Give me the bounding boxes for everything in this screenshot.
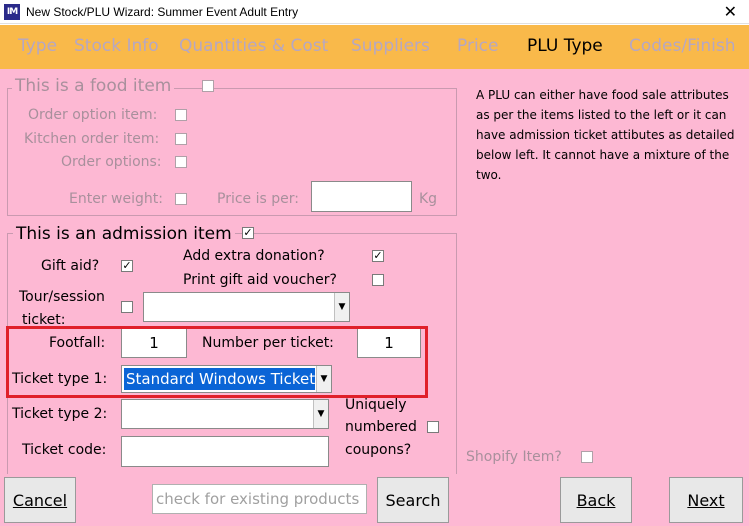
gift-aid-label: Gift aid? <box>41 258 100 274</box>
enter-weight-label: Enter weight: <box>69 191 163 207</box>
back-button[interactable]: Back <box>560 477 632 523</box>
print-gift-aid-voucher-label: Print gift aid voucher? <box>183 272 337 288</box>
print-gift-aid-voucher-checkbox[interactable] <box>372 274 384 286</box>
tab-quantities-cost[interactable]: Quantities & Cost <box>179 36 328 56</box>
ticket-type-2-value <box>124 402 312 424</box>
next-button-label: Next <box>687 490 725 510</box>
chevron-down-icon[interactable]: ▼ <box>313 400 328 428</box>
ticket-type-2-select[interactable]: ▼ <box>121 399 329 429</box>
add-extra-donation-label: Add extra donation? <box>183 248 325 264</box>
price-is-per-label: Price is per: <box>217 191 299 207</box>
search-button-label: Search <box>385 490 441 510</box>
uniquely-numbered-label-line2: numbered <box>345 419 417 435</box>
ticket-code-input[interactable] <box>121 436 329 467</box>
wizard-tab-bar: Type Stock Info Quantities & Cost Suppli… <box>0 25 749 69</box>
highlight-box <box>6 326 428 398</box>
admission-item-title: This is an admission item <box>13 224 235 244</box>
close-icon[interactable]: ✕ <box>724 2 737 21</box>
uniquely-numbered-label-line3: coupons? <box>345 442 412 458</box>
tab-codes-finish[interactable]: Codes/Finish <box>629 36 736 56</box>
food-item-title: This is a food item <box>12 76 175 96</box>
back-button-label: Back <box>576 490 616 510</box>
kitchen-order-item-label: Kitchen order item: <box>24 131 160 147</box>
title-bar: IM New Stock/PLU Wizard: Summer Event Ad… <box>0 0 749 24</box>
price-unit-label: Kg <box>419 191 438 207</box>
app-icon: IM <box>4 3 20 20</box>
cancel-button[interactable]: Cancel <box>4 477 76 523</box>
add-extra-donation-checkbox[interactable]: ✓ <box>372 250 384 262</box>
chevron-down-icon[interactable]: ▼ <box>334 293 349 321</box>
tour-session-checkbox[interactable] <box>121 301 133 313</box>
uniquely-numbered-label: Uniquely <box>345 397 407 413</box>
order-options-label: Order options: <box>61 154 162 170</box>
cancel-button-label: Cancel <box>12 490 68 510</box>
info-text: A PLU can either have food sale attribut… <box>476 88 735 182</box>
search-button[interactable]: Search <box>377 477 449 523</box>
tab-type[interactable]: Type <box>18 36 57 56</box>
gift-aid-checkbox[interactable]: ✓ <box>121 260 133 272</box>
admission-item-checkbox[interactable]: ✓ <box>242 227 254 239</box>
window-title: New Stock/PLU Wizard: Summer Event Adult… <box>26 4 299 19</box>
tab-price[interactable]: Price <box>457 36 498 56</box>
ticket-type-2-label: Ticket type 2: <box>12 406 108 422</box>
kitchen-order-item-checkbox[interactable] <box>175 133 187 145</box>
tab-plu-type[interactable]: PLU Type <box>527 36 603 56</box>
ticket-code-label: Ticket code: <box>22 442 107 458</box>
food-item-checkbox[interactable] <box>202 80 214 92</box>
order-option-item-label: Order option item: <box>28 107 158 123</box>
shopify-item-checkbox[interactable] <box>581 451 593 463</box>
tour-session-select[interactable]: ▼ <box>143 292 350 322</box>
bottom-bar: Cancel check for existing products Searc… <box>0 474 749 526</box>
order-option-item-checkbox[interactable] <box>175 109 187 121</box>
next-button[interactable]: Next <box>669 477 743 523</box>
enter-weight-checkbox[interactable] <box>175 193 187 205</box>
search-input[interactable]: check for existing products <box>152 484 367 514</box>
tour-session-label: Tour/session <box>19 289 105 305</box>
tab-suppliers[interactable]: Suppliers <box>351 36 430 56</box>
tab-stock-info[interactable]: Stock Info <box>74 36 159 56</box>
order-options-checkbox[interactable] <box>175 156 187 168</box>
uniquely-numbered-checkbox[interactable] <box>427 421 439 433</box>
tour-session-value <box>146 295 333 317</box>
price-is-per-input[interactable] <box>311 181 412 212</box>
main-panel: This is a food item Order option item: K… <box>0 69 749 478</box>
shopify-item-label: Shopify Item? <box>466 449 562 465</box>
